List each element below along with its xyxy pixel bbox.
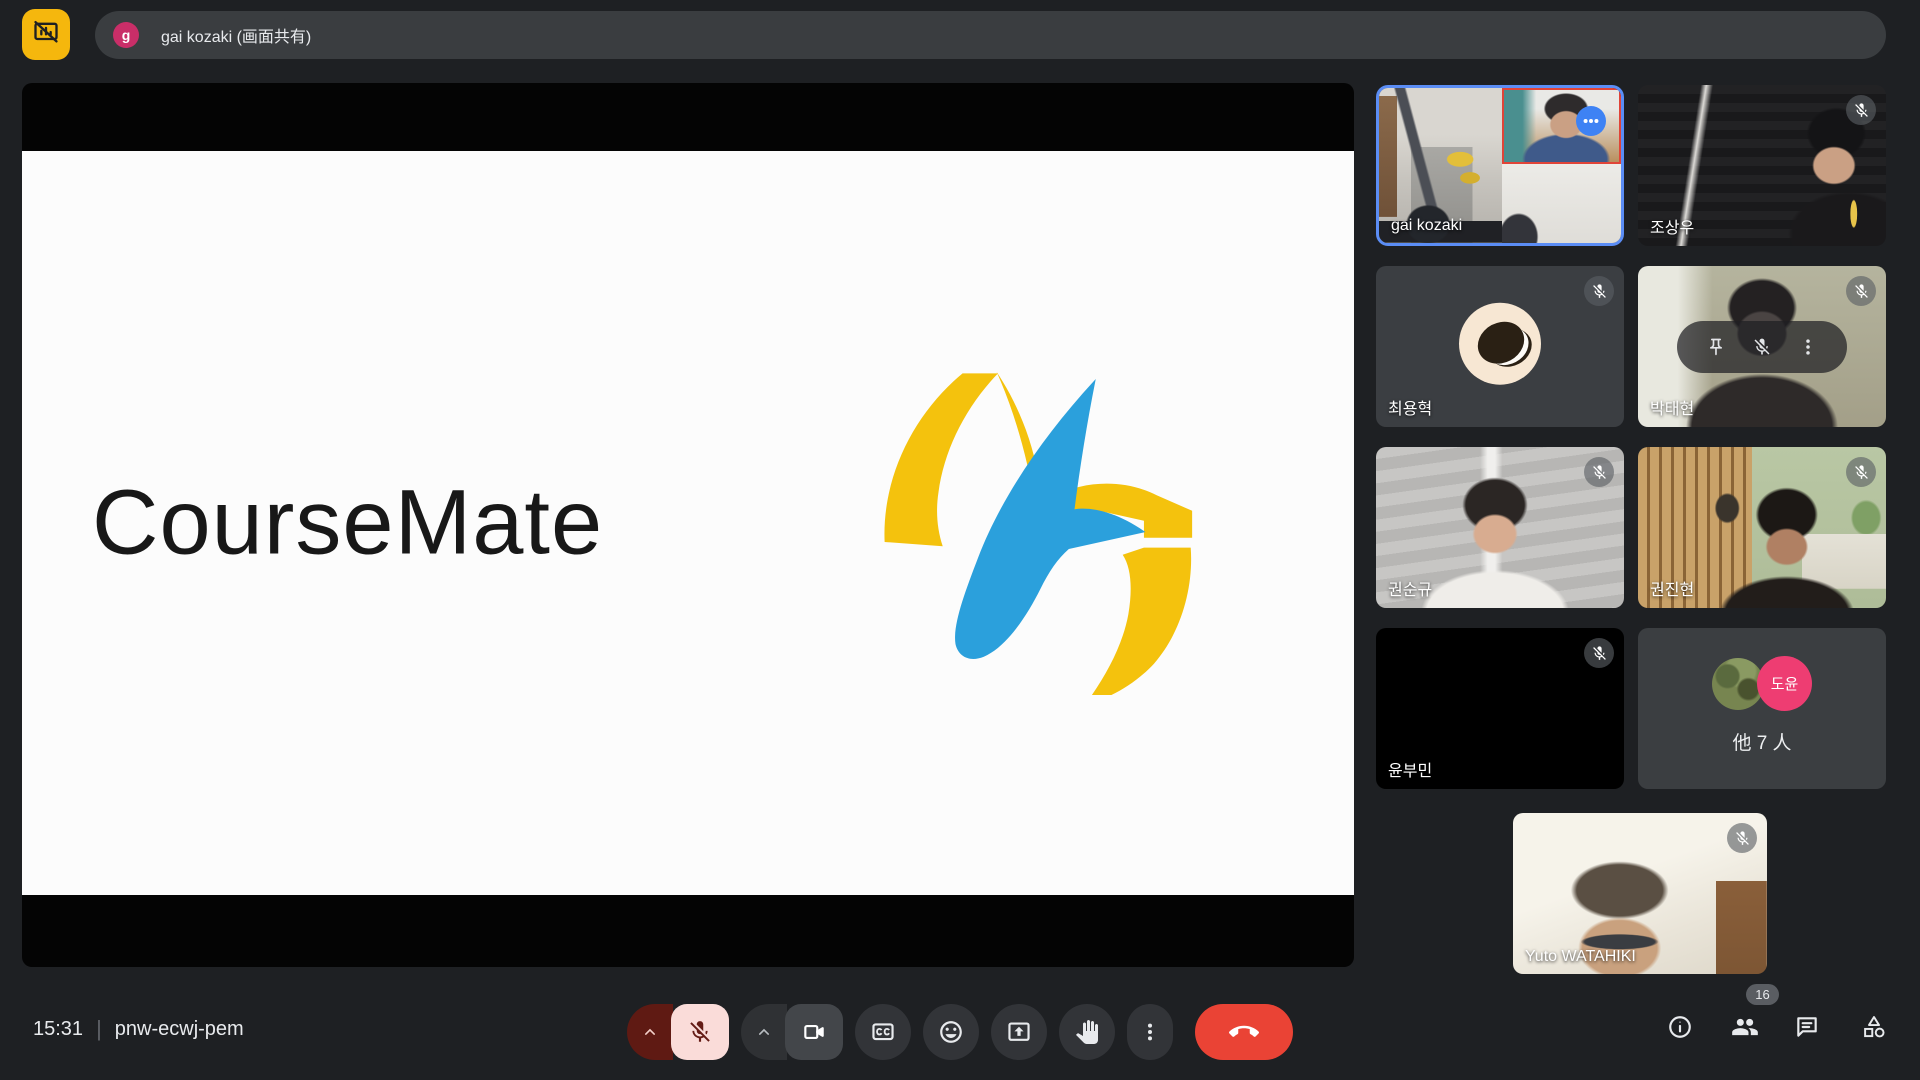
tile-kwonsoonkyu[interactable]: 권순규 [1376, 447, 1624, 608]
overflow-count-label: 他 7 人 [1638, 728, 1886, 755]
mic-off-indicator [1584, 638, 1614, 668]
raised-hand-icon [1075, 1020, 1099, 1044]
meeting-code: pnw-ecwj-pem [115, 1018, 244, 1041]
mic-control-group [627, 1004, 729, 1060]
info-icon [1667, 1014, 1693, 1040]
mic-off-indicator [1846, 457, 1876, 487]
presenter-name: gai kozaki (画面共有) [161, 23, 311, 47]
overflow-avatar-label: 도윤 [1771, 673, 1799, 694]
tile-overflow-participants[interactable]: 도윤 他 7 人 [1638, 628, 1886, 789]
clock-time: 15:31 [33, 1018, 83, 1041]
people-icon [1731, 1013, 1759, 1041]
smiley-icon [938, 1019, 964, 1045]
mic-off-icon [1591, 283, 1608, 300]
chevron-up-icon [754, 1022, 774, 1042]
mic-off-icon [1853, 283, 1870, 300]
gai-subview-bottom-right [1502, 164, 1621, 243]
meeting-info: 15:31 | pnw-ecwj-pem [33, 1016, 244, 1042]
participant-name: Yuto WATAHIKI [1525, 948, 1636, 966]
mic-off-indicator [1584, 457, 1614, 487]
participant-name: 조상우 [1650, 214, 1694, 238]
screen-share-off-icon [32, 18, 60, 51]
people-button[interactable] [1722, 1004, 1768, 1050]
tile-chosangwoo[interactable]: 조상우 [1638, 85, 1886, 246]
raise-hand-button[interactable] [1059, 1004, 1115, 1060]
more-options-button[interactable] [1127, 1004, 1173, 1060]
more-horizontal-icon [1581, 111, 1601, 131]
presenter-initial: g [122, 27, 131, 43]
more-vertical-icon [1139, 1021, 1161, 1043]
chat-icon [1794, 1014, 1820, 1040]
mic-off-icon [1591, 645, 1608, 662]
participant-name: 권순규 [1388, 576, 1432, 600]
tile-parktaehyun[interactable]: 박태현 [1638, 266, 1886, 427]
participant-name: gai kozaki [1391, 217, 1462, 235]
slide-title: CourseMate [92, 471, 603, 576]
mic-mute-button[interactable] [671, 1004, 729, 1060]
mic-off-icon [1591, 464, 1608, 481]
presenter-avatar: g [113, 22, 139, 48]
mic-off-icon [1853, 102, 1870, 119]
mic-off-icon [687, 1019, 713, 1045]
participant-name: 권진현 [1650, 576, 1694, 600]
more-vertical-icon[interactable] [1798, 337, 1818, 357]
screen-share-chip[interactable] [22, 9, 70, 60]
chevron-up-icon [640, 1022, 660, 1042]
tile-yunbumin[interactable]: 윤부민 [1376, 628, 1624, 789]
pin-icon[interactable] [1706, 337, 1726, 357]
presenter-banner: g gai kozaki (画面共有) [95, 11, 1886, 59]
tile-more-options-button[interactable] [1576, 106, 1606, 136]
activities-button[interactable] [1851, 1004, 1897, 1050]
avatar-photo [1470, 313, 1531, 371]
reactions-button[interactable] [923, 1004, 979, 1060]
leave-call-button[interactable] [1195, 1004, 1293, 1060]
mic-off-indicator [1727, 823, 1757, 853]
participant-avatar [1459, 302, 1541, 384]
tile-gai-kozaki[interactable]: gai kozaki [1376, 85, 1624, 246]
camera-toggle-button[interactable] [785, 1004, 843, 1060]
shared-screen-stage: CourseMate [22, 83, 1354, 967]
activities-shapes-icon [1861, 1014, 1887, 1040]
mic-off-indicator [1846, 276, 1876, 306]
chat-button[interactable] [1784, 1004, 1830, 1050]
participant-name: 박태현 [1650, 395, 1694, 419]
captions-button[interactable] [855, 1004, 911, 1060]
participant-name: 최용혁 [1388, 395, 1432, 419]
tile-choiyonghyuk[interactable]: 최용혁 [1376, 266, 1624, 427]
tile-kwonjinhyun[interactable]: 권진현 [1638, 447, 1886, 608]
participant-count-badge: 16 [1746, 984, 1779, 1005]
tile-yuto-watahiki[interactable]: Yuto WATAHIKI [1513, 813, 1767, 974]
mic-off-indicator [1846, 95, 1876, 125]
video-camera-icon [801, 1019, 827, 1045]
overflow-avatar-doyun: 도윤 [1757, 656, 1812, 711]
captions-icon [870, 1019, 896, 1045]
mic-off-icon [1853, 464, 1870, 481]
camera-control-group [741, 1004, 843, 1060]
overflow-avatars: 도윤 [1712, 656, 1812, 710]
participant-name: 윤부민 [1388, 757, 1432, 781]
mic-off-icon[interactable] [1752, 337, 1772, 357]
participant-count: 16 [1755, 987, 1769, 1002]
present-screen-button[interactable] [991, 1004, 1047, 1060]
camera-options-button[interactable] [741, 1004, 787, 1060]
present-screen-icon [1006, 1019, 1032, 1045]
meeting-details-button[interactable] [1657, 1004, 1703, 1050]
coursemate-logo [869, 362, 1212, 695]
mic-options-button[interactable] [627, 1004, 673, 1060]
end-call-icon [1229, 1017, 1259, 1047]
call-controls [627, 1004, 1293, 1060]
divider: | [96, 1016, 102, 1042]
tile-hover-controls [1677, 321, 1847, 373]
mic-off-icon [1734, 830, 1751, 847]
mic-off-indicator [1584, 276, 1614, 306]
presentation-slide: CourseMate [22, 151, 1354, 895]
